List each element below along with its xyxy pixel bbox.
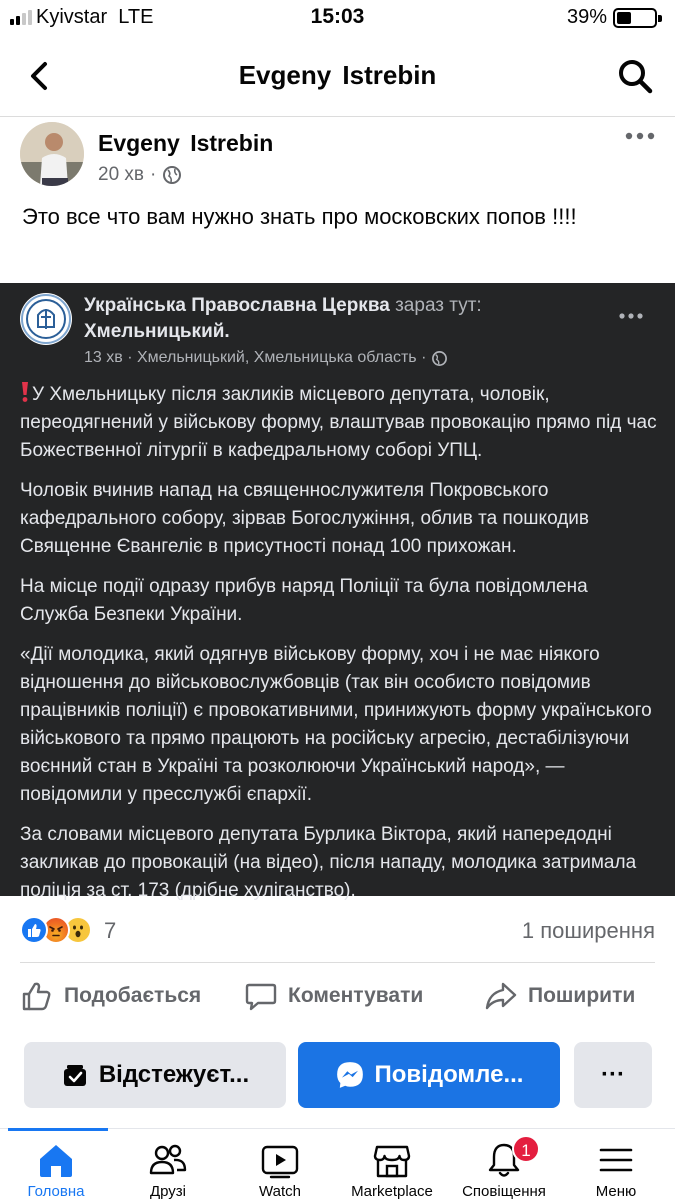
shared-location[interactable]: Хмельницький. — [84, 321, 230, 342]
messenger-icon — [336, 1062, 363, 1088]
marketplace-icon — [373, 1145, 411, 1178]
friends-icon — [149, 1144, 187, 1175]
shared-meta-text: 13 хв · Хмельницький, Хмельницька област… — [84, 349, 427, 366]
like-label: Подобається — [64, 984, 202, 1007]
globe-icon — [432, 350, 448, 366]
post-header: Evgeny Istrebin 20 хв · — [0, 118, 675, 198]
battery-fill — [617, 12, 631, 24]
more-icon — [625, 132, 655, 140]
post-more-button[interactable] — [623, 126, 657, 146]
post-actions: Подобається Коментувати Поширити — [0, 968, 675, 1024]
avatar-image — [20, 122, 84, 186]
share-button[interactable]: Поширити — [484, 976, 635, 1016]
post-text: Это все что вам нужно знать про московск… — [22, 204, 577, 229]
nav-label: Друзі — [149, 1183, 187, 1200]
share-icon — [485, 982, 517, 1010]
message-button[interactable]: Повідомле... — [298, 1042, 560, 1108]
nav-label: Watch — [259, 1183, 301, 1200]
message-label: Повідомле... — [374, 1061, 524, 1088]
nav-label: Сповіщення — [462, 1183, 546, 1200]
watch-icon — [261, 1145, 299, 1179]
shared-paragraph: У Хмельницьку після закликів місцевого д… — [20, 381, 660, 465]
top-bar: Evgeny Istrebin — [0, 40, 675, 112]
more-label: ··· — [601, 1061, 625, 1088]
post-meta: 20 хв · — [98, 164, 182, 186]
nav-label: Головна — [27, 1183, 85, 1200]
notification-badge: 1 — [512, 1135, 540, 1163]
page-title: Evgeny Istrebin — [238, 60, 437, 90]
nav-notifications[interactable]: 1 Сповіщення — [448, 1135, 560, 1200]
post-author[interactable]: Evgeny Istrebin — [98, 130, 273, 157]
shared-page-name[interactable]: Українська Православна Церква — [84, 295, 390, 316]
divider — [20, 962, 655, 963]
church-emblem-icon — [21, 294, 71, 344]
reaction-icons[interactable] — [20, 916, 92, 944]
shared-page-name-line: Українська Православна Церква зараз тут:… — [84, 293, 524, 345]
like-reaction-icon — [20, 916, 48, 944]
bottom-nav: Головна Друзі Watch Marketplace 1 Сповіщ… — [0, 1128, 675, 1200]
comment-button[interactable]: Коментувати — [244, 976, 423, 1016]
shared-meta: 13 хв · Хмельницький, Хмельницька област… — [84, 349, 448, 367]
status-bar: Kyivstar LTE 15:03 39% — [0, 0, 675, 36]
shared-post-image[interactable]: Українська Православна Церква зараз тут:… — [0, 283, 675, 901]
exclamation-icon — [20, 381, 30, 403]
shared-paragraph: На місце події одразу прибув наряд Поліц… — [20, 576, 588, 625]
following-icon — [63, 1065, 86, 1086]
shared-location-prefix: зараз тут: — [395, 295, 482, 316]
shared-paragraph: За словами місцевого депутата Бурлика Ві… — [20, 824, 637, 901]
battery-percent: 39% — [566, 6, 607, 28]
nav-menu[interactable]: Меню — [560, 1135, 672, 1200]
shared-paragraph: «Дії молодика, який одягнув військову фо… — [20, 644, 652, 805]
share-label: Поширити — [528, 984, 636, 1007]
comment-icon — [245, 983, 277, 1011]
nav-marketplace[interactable]: Marketplace — [336, 1135, 448, 1200]
shared-paragraph: Чоловік вчинив напад на священнослужител… — [20, 480, 590, 557]
search-icon — [619, 60, 653, 94]
nav-label: Меню — [595, 1183, 637, 1200]
search-button[interactable] — [615, 56, 655, 96]
shared-more-icon — [617, 309, 645, 323]
menu-icon — [599, 1148, 633, 1172]
avatar[interactable] — [20, 122, 84, 186]
following-label: Відстежуєт... — [98, 1061, 250, 1088]
following-button[interactable]: Відстежуєт... — [24, 1042, 286, 1108]
home-icon — [40, 1145, 72, 1177]
post-time[interactable]: 20 хв — [98, 164, 144, 186]
divider — [0, 116, 675, 117]
share-count[interactable]: 1 поширення — [522, 918, 655, 944]
meta-separator: · — [150, 164, 157, 185]
nav-home[interactable]: Головна — [0, 1135, 112, 1200]
profile-more-button[interactable]: ··· — [574, 1042, 652, 1108]
comment-label: Коментувати — [288, 984, 424, 1007]
reactions-row: 7 1 поширення — [0, 906, 675, 954]
thumbs-up-icon — [22, 982, 51, 1011]
reaction-count[interactable]: 7 — [104, 918, 116, 944]
active-tab-indicator — [8, 1128, 108, 1131]
nav-watch[interactable]: Watch — [224, 1135, 336, 1200]
like-button[interactable]: Подобається — [20, 976, 201, 1016]
shared-body: У Хмельницьку після закликів місцевого д… — [20, 381, 660, 917]
nav-label: Marketplace — [351, 1183, 433, 1200]
globe-icon — [163, 166, 182, 184]
battery-icon — [613, 8, 662, 28]
nav-friends[interactable]: Друзі — [112, 1135, 224, 1200]
church-logo — [20, 293, 72, 345]
